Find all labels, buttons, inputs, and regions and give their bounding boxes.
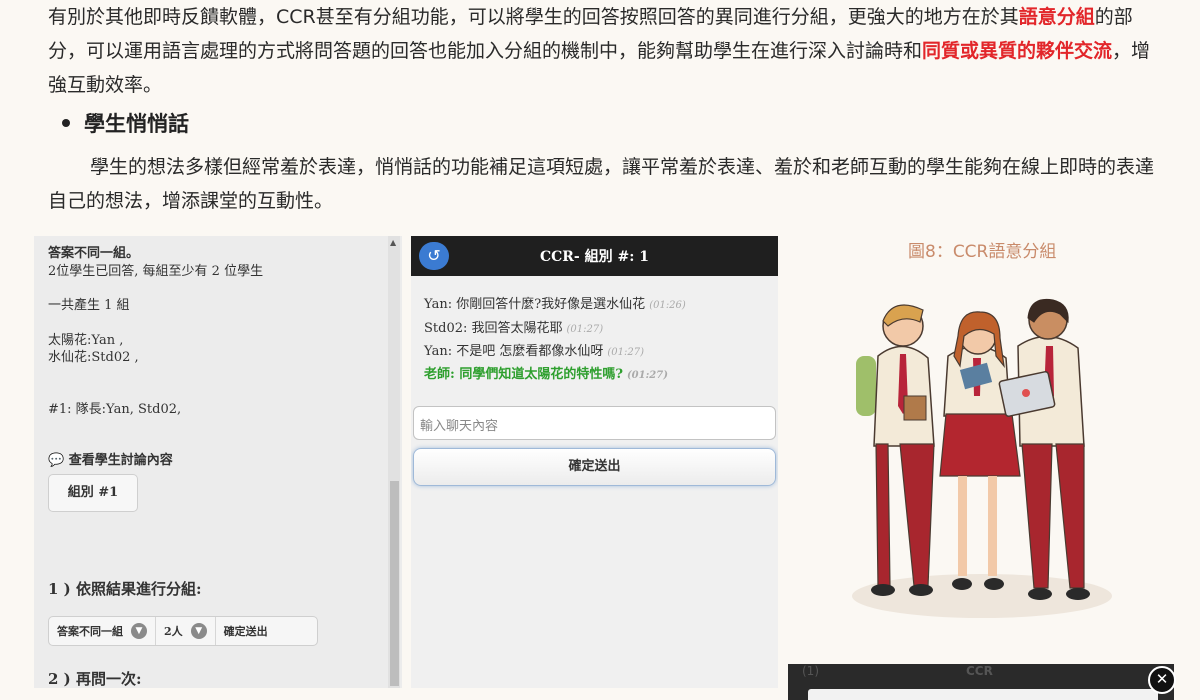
send-button[interactable]: 確定送出 xyxy=(413,448,776,486)
student-middle xyxy=(939,311,1021,590)
step1-label: 1 ) 依照結果進行分組: xyxy=(48,580,202,598)
chat-title: CCR- 組別 #: 1 xyxy=(540,249,649,265)
group-members: #1: 隊長:Yan, Std02, xyxy=(48,402,182,417)
secondary-screenshot: (1) CCR xyxy=(788,664,1174,700)
paragraph-whisper: 學生的想法多樣但經常羞於表達，悄悄話的功能補足這項短處，讓平常羞於表達、羞於和老… xyxy=(48,156,1155,212)
group-1-button[interactable]: 組別 #1 xyxy=(48,474,138,512)
message-time: (01:27) xyxy=(566,324,604,335)
message-text: Yan: 你剛回答什麼?我好像是選水仙花 xyxy=(424,297,646,312)
section-heading: 學生悄悄話 xyxy=(62,108,189,138)
view-discussion-label: 查看學生討論內容 xyxy=(68,453,173,468)
grouping-controls: 答案不同一組 ▼ 2人 ▼ 確定送出 xyxy=(48,616,318,646)
answered-count-text: 2位學生已回答, 每組至少有 2 位學生 xyxy=(48,264,264,279)
chat-input[interactable]: 輸入聊天內容 xyxy=(413,406,776,440)
scroll-up-icon[interactable]: ▲ xyxy=(390,238,396,247)
chat-message: Yan: 你剛回答什麼?我好像是選水仙花 (01:26) xyxy=(424,293,686,312)
chat-message-teacher: 老師: 同學們知道太陽花的特性嗎? (01:27) xyxy=(424,363,668,382)
comment-icon: 💬 xyxy=(48,453,69,468)
student-left xyxy=(856,304,935,596)
message-text: Yan: 不是吧 怎麼看都像水仙呀 xyxy=(424,344,604,359)
grouping-mode-text: 答案不同一組。 xyxy=(48,246,140,261)
students-illustration xyxy=(852,298,1112,618)
view-discussion-link[interactable]: 💬 查看學生討論內容 xyxy=(48,449,173,468)
close-button[interactable]: ✕ xyxy=(1148,666,1176,694)
message-time: (01:27) xyxy=(626,370,668,381)
message-time: (01:26) xyxy=(649,300,686,311)
highlight-semantic-grouping: 語意分組 xyxy=(1018,6,1095,28)
chevron-down-icon: ▼ xyxy=(131,623,147,639)
answer-narcissus: 水仙花:Std02 , xyxy=(48,350,139,365)
scrollbar[interactable]: ▲ xyxy=(388,236,400,688)
section-heading-text: 學生悄悄話 xyxy=(84,112,189,136)
message-text: Std02: 我回答太陽花耶 xyxy=(424,321,563,336)
chat-header: ↺ CCR- 組別 #: 1 xyxy=(411,236,778,276)
bullet-dot xyxy=(62,119,70,127)
close-icon: ✕ xyxy=(1155,670,1169,688)
secondary-title: CCR xyxy=(966,664,993,678)
chat-message: Std02: 我回答太陽花耶 (01:27) xyxy=(424,317,603,336)
chat-message: Yan: 不是吧 怎麼看都像水仙呀 (01:27) xyxy=(424,340,644,359)
step2-label: 2 ) 再問一次: xyxy=(48,670,142,688)
chevron-down-icon: ▼ xyxy=(190,623,207,639)
grouping-result-panel: 答案不同一組。 2位學生已回答, 每組至少有 2 位學生 一共產生 1 組 太陽… xyxy=(34,236,402,688)
group-chat-panel: ↺ CCR- 組別 #: 1 Yan: 你剛回答什麼?我好像是選水仙花 (01:2… xyxy=(411,236,778,688)
group-size-value: 2人 xyxy=(164,625,183,638)
grouping-mode-select[interactable]: 答案不同一組 ▼ xyxy=(49,617,156,645)
message-time: (01:27) xyxy=(607,347,644,358)
scrollbar-thumb[interactable] xyxy=(390,481,399,686)
group-size-select[interactable]: 2人 ▼ xyxy=(156,617,216,645)
grouping-confirm-button[interactable]: 確定送出 xyxy=(216,617,276,645)
message-text: 老師: 同學們知道太陽花的特性嗎? xyxy=(424,367,623,382)
secondary-left-text: (1) xyxy=(802,664,819,678)
secondary-content-bar xyxy=(808,689,1158,700)
highlight-peer-exchange: 同質或異質的夥伴交流 xyxy=(922,40,1113,62)
paragraph-grouping: 有別於其他即時反饋軟體，CCR甚至有分組功能，可以將學生的回答按照回答的異同進行… xyxy=(48,0,1163,102)
figure-caption: 圖8：CCR語意分組 xyxy=(908,242,1057,262)
group-count-text: 一共產生 1 組 xyxy=(48,298,130,313)
paragraph-text: 有別於其他即時反饋軟體，CCR甚至有分組功能，可以將學生的回答按照回答的異同進行… xyxy=(48,6,1019,28)
grouping-mode-value: 答案不同一組 xyxy=(57,625,123,638)
